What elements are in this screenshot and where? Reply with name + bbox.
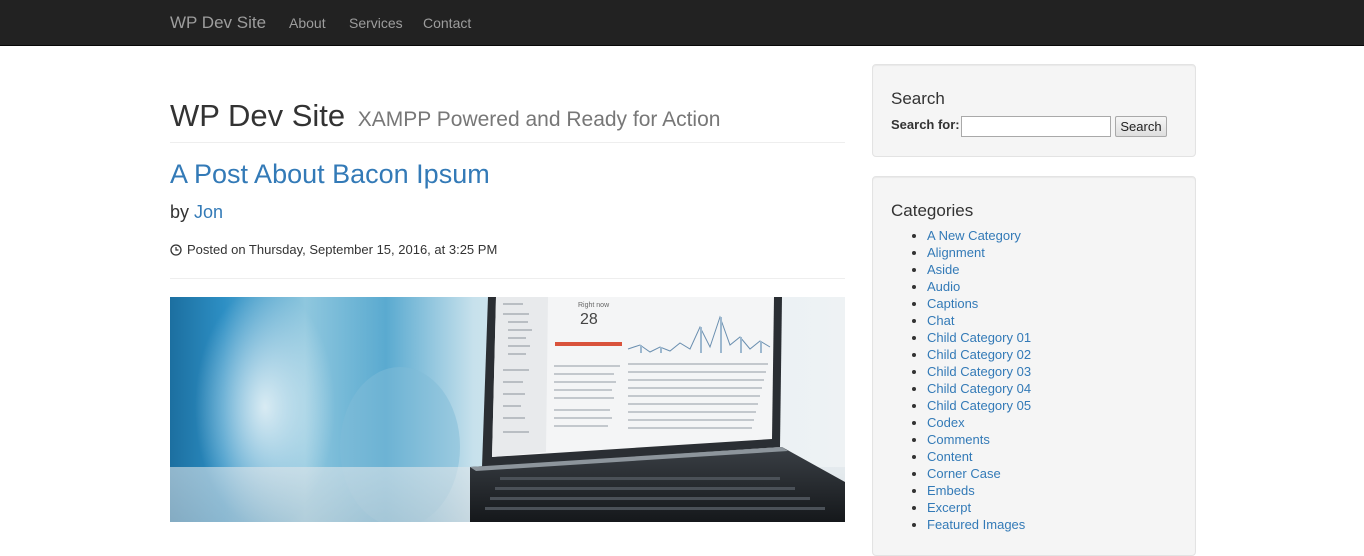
post-date-text: Posted on Thursday, September 15, 2016, … [187,242,498,257]
laptop-photo: Right now 28 [170,297,845,522]
screen-number: 28 [580,311,598,328]
category-link[interactable]: Child Category 05 [927,398,1031,413]
search-widget-title: Search [891,89,945,108]
list-item: Codex [927,414,1031,431]
category-link[interactable]: Child Category 04 [927,381,1031,396]
post-byline: by Jon [170,200,223,224]
category-link[interactable]: Codex [927,415,965,430]
nav-link-services[interactable]: Services [349,14,403,32]
category-link[interactable]: Corner Case [927,466,1001,481]
site-title-text: WP Dev Site [170,98,346,133]
list-item: Child Category 02 [927,346,1031,363]
site-title: WP Dev Site XAMPP Powered and Ready for … [170,96,845,140]
category-link[interactable]: Featured Images [927,517,1025,532]
category-link[interactable]: Child Category 01 [927,330,1031,345]
list-item: Alignment [927,244,1031,261]
site-header: WP Dev Site XAMPP Powered and Ready for … [170,96,845,143]
nav-link-contact[interactable]: Contact [423,14,471,32]
list-item: Child Category 04 [927,380,1031,397]
list-item: Excerpt [927,499,1031,516]
post-divider [170,278,845,279]
list-item: Aside [927,261,1031,278]
category-link[interactable]: Chat [927,313,954,328]
category-link[interactable]: Child Category 02 [927,347,1031,362]
categories-widget: Categories A New Category Alignment Asid… [872,176,1196,556]
category-link[interactable]: Content [927,449,973,464]
category-link[interactable]: Aside [927,262,960,277]
list-item: Child Category 03 [927,363,1031,380]
list-item: Audio [927,278,1031,295]
category-link[interactable]: Embeds [927,483,975,498]
category-link[interactable]: A New Category [927,228,1021,243]
list-item: Child Category 05 [927,397,1031,414]
navbar-brand[interactable]: WP Dev Site [170,13,266,33]
post-date: Posted on Thursday, September 15, 2016, … [170,241,497,259]
nav-link-about[interactable]: About [289,14,326,32]
post-featured-image: Right now 28 [170,297,845,522]
post-author-link[interactable]: Jon [194,202,223,222]
category-link[interactable]: Child Category 03 [927,364,1031,379]
screen-right-now-label: Right now [578,302,610,309]
search-button[interactable]: Search [1115,116,1167,137]
search-widget: Search Search for: Search [872,64,1196,157]
categories-list: A New Category Alignment Aside Audio Cap… [891,227,1031,533]
category-link[interactable]: Audio [927,279,960,294]
category-link[interactable]: Comments [927,432,990,447]
list-item: Child Category 01 [927,329,1031,346]
search-label: Search for: [891,117,960,132]
list-item: A New Category [927,227,1031,244]
category-link[interactable]: Captions [927,296,978,311]
byline-label: by [170,202,190,222]
clock-icon [170,244,182,256]
list-item: Chat [927,312,1031,329]
list-item: Corner Case [927,465,1031,482]
list-item: Embeds [927,482,1031,499]
category-link[interactable]: Excerpt [927,500,971,515]
site-tagline: XAMPP Powered and Ready for Action [357,108,721,131]
post-title[interactable]: A Post About Bacon Ipsum [170,156,490,192]
list-item: Comments [927,431,1031,448]
list-item: Content [927,448,1031,465]
categories-widget-title: Categories [891,201,974,220]
list-item: Captions [927,295,1031,312]
category-link[interactable]: Alignment [927,245,985,260]
search-input[interactable] [961,116,1111,137]
list-item: Featured Images [927,516,1031,533]
navbar: WP Dev Site About Services Contact [0,0,1364,46]
